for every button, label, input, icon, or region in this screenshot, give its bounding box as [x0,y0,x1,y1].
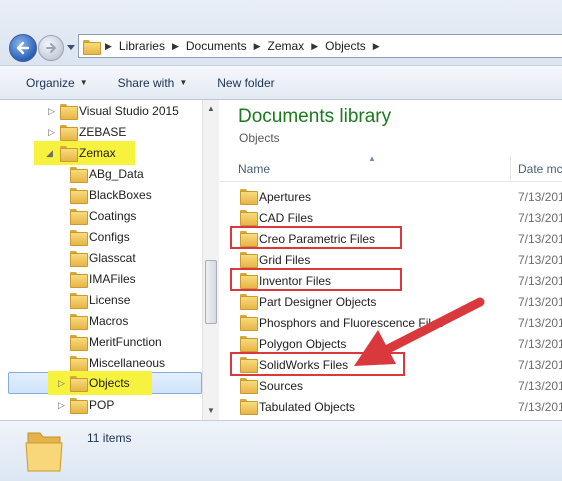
breadcrumb-documents[interactable]: Documents [181,35,252,57]
tree-item-coatings[interactable]: Coatings [0,206,202,226]
tree-item-abg-data[interactable]: ABg_Data [0,164,202,184]
tree-item-imafiles[interactable]: IMAFiles [0,269,202,289]
folder-icon [70,293,88,309]
command-bar: Organize ▼ Share with ▼ New folder [0,66,562,100]
tree-item-macros[interactable]: Macros [0,311,202,331]
forward-arrow-icon [46,43,56,53]
file-row-grid-files[interactable]: Grid Files 7/13/201 [220,249,562,270]
tree-item-objects[interactable]: ▷ Objects [0,371,202,395]
annotation-arrow-icon [354,297,485,366]
folder-icon [70,398,88,414]
expand-arrow-icon[interactable]: ▷ [48,106,55,117]
address-bar-row: ▶ Libraries ▶ Documents ▶ Zemax ▶ Object… [0,0,562,66]
forward-button[interactable] [38,35,64,61]
breadcrumb-separator-icon[interactable]: ▶ [309,41,320,52]
breadcrumb-separator-icon[interactable]: ▶ [103,41,114,52]
library-subtitle: Objects [239,131,280,145]
details-pane: 11 items [0,420,562,481]
folder-icon [70,335,88,351]
file-row-apertures[interactable]: Apertures 7/13/201 [220,186,562,207]
folder-icon [70,356,88,372]
tree-item-zemax[interactable]: ◢ Zemax [0,141,202,165]
folder-icon [240,189,258,205]
column-header-date[interactable]: Date mc [518,162,562,176]
folder-icon [70,314,88,330]
dropdown-arrow-icon: ▼ [179,78,188,87]
folder-icon [70,167,88,183]
breadcrumb-libraries[interactable]: Libraries [114,35,170,57]
folder-icon [240,210,258,226]
recent-pages-dropdown[interactable] [66,43,76,53]
expand-arrow-icon[interactable]: ▷ [58,378,65,389]
column-divider[interactable] [510,156,511,180]
tree-item-miscellaneous[interactable]: Miscellaneous [0,353,202,373]
folder-icon [240,315,258,331]
expand-arrow-icon[interactable]: ▷ [58,400,65,411]
tree-item-license[interactable]: License [0,290,202,310]
tree-item-configs[interactable]: Configs [0,227,202,247]
scrollbar-thumb[interactable] [205,260,217,324]
column-header-name[interactable]: Name [238,162,270,176]
folder-icon [240,378,258,394]
new-folder-button[interactable]: New folder [209,70,282,96]
scroll-up-icon[interactable]: ▲ [207,104,215,113]
breadcrumb-separator-icon[interactable]: ▶ [252,41,263,52]
library-title: Documents library [238,106,392,127]
file-row-tabulated-objects[interactable]: Tabulated Objects 7/13/201 [220,396,562,417]
tree-item-pop[interactable]: ▷ POP [0,395,202,415]
organize-button[interactable]: Organize ▼ [18,70,96,96]
breadcrumb-separator-icon[interactable]: ▶ [170,41,181,52]
folder-icon [60,125,78,141]
chevron-down-icon [67,45,75,50]
annotation-box-inventor [230,268,402,291]
back-button[interactable] [9,34,37,62]
breadcrumb-zemax[interactable]: Zemax [263,35,310,57]
tree-item-meritfunction[interactable]: MeritFunction [0,332,202,352]
folder-icon [240,336,258,352]
breadcrumb-objects[interactable]: Objects [320,35,371,57]
folder-icon [240,399,258,415]
annotation-box-creo [230,226,402,249]
back-arrow-icon [16,41,30,55]
tree-item-visual-studio-2015[interactable]: ▷ Visual Studio 2015 [0,101,202,121]
file-row-cad-files[interactable]: CAD Files 7/13/201 [220,207,562,228]
folder-icon [70,209,88,225]
scroll-down-icon[interactable]: ▼ [207,406,215,415]
item-count: 11 items [87,431,132,445]
folder-icon [70,251,88,267]
folder-icon [60,146,78,162]
sort-ascending-icon: ▲ [368,154,376,163]
folder-icon [60,104,78,120]
folder-icon [240,294,258,310]
navigation-scrollbar[interactable]: ▲ ▼ [202,100,219,420]
folder-large-icon [25,432,63,472]
share-with-button[interactable]: Share with ▼ [110,70,196,96]
folder-icon [240,252,258,268]
expand-arrow-icon[interactable]: ▷ [48,127,55,138]
tree-item-blackboxes[interactable]: BlackBoxes [0,185,202,205]
column-header-row: Name ▲ Date mc [220,154,562,182]
dropdown-arrow-icon: ▼ [79,78,88,87]
folder-icon [70,376,88,392]
breadcrumb-separator-icon[interactable]: ▶ [371,41,382,52]
tree-item-zebase[interactable]: ▷ ZEBASE [0,122,202,142]
tree-item-glasscat[interactable]: Glasscat [0,248,202,268]
address-box[interactable]: ▶ Libraries ▶ Documents ▶ Zemax ▶ Object… [78,34,562,58]
folder-icon [70,272,88,288]
collapse-arrow-icon[interactable]: ◢ [46,148,53,159]
folder-icon [83,39,101,55]
folder-icon [70,188,88,204]
folder-icon [70,230,88,246]
navigation-pane[interactable]: ▷ Visual Studio 2015 ▷ ZEBASE ◢ Zemax AB… [0,100,219,420]
